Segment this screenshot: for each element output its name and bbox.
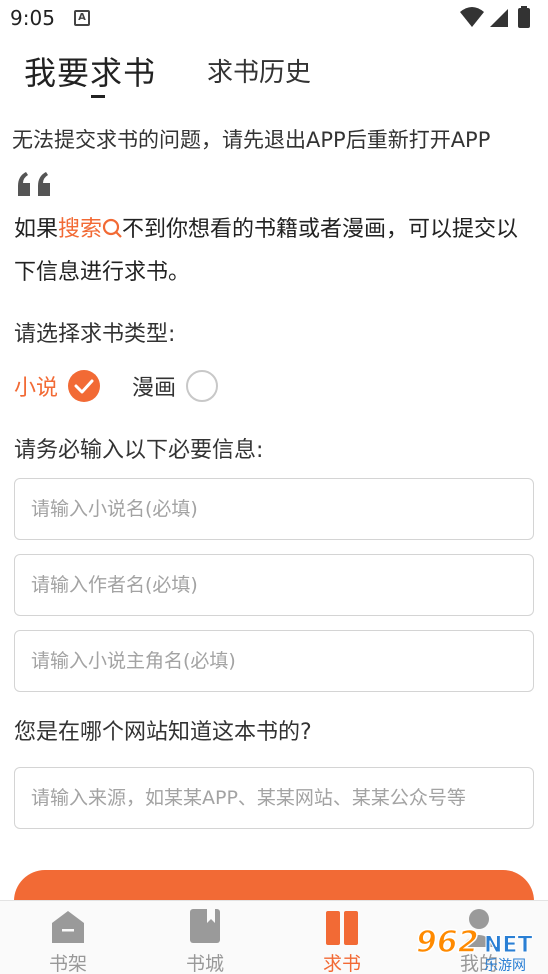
author-input[interactable] bbox=[15, 555, 533, 615]
protagonist-input[interactable] bbox=[15, 631, 533, 691]
source-field bbox=[14, 767, 534, 829]
source-label: 您是在哪个网站知道这本书的? bbox=[14, 720, 312, 745]
radio-novel[interactable]: 小说 bbox=[14, 366, 101, 406]
radio-novel-label: 小说 bbox=[14, 376, 59, 401]
nav-label-bookstore: 书城 bbox=[185, 953, 224, 974]
type-radio-group: 小说 漫画 bbox=[14, 366, 314, 406]
protagonist-field bbox=[14, 630, 534, 692]
intro-prefix: 如果 bbox=[14, 217, 59, 242]
request-book-icon bbox=[326, 911, 358, 945]
book-name-field bbox=[14, 478, 534, 540]
unchecked-icon[interactable] bbox=[186, 370, 219, 402]
tab-active-indicator bbox=[91, 95, 105, 98]
radio-comic[interactable]: 漫画 bbox=[132, 366, 219, 406]
intro-text: 如果搜索 不到你想看的书籍或者漫画，可以提交以下信息进行求书。 bbox=[14, 208, 536, 294]
wifi-icon bbox=[460, 7, 484, 27]
notification-icon: A bbox=[74, 10, 90, 26]
svg-text:NET: NET bbox=[484, 933, 532, 958]
type-label: 请选择求书类型: bbox=[14, 322, 176, 347]
svg-text:962: 962 bbox=[416, 925, 479, 960]
required-label: 请务必输入以下必要信息: bbox=[14, 438, 264, 463]
intro-search-highlight: 搜索 bbox=[58, 217, 103, 242]
nav-label-request: 求书 bbox=[322, 953, 361, 974]
radio-comic-label: 漫画 bbox=[132, 376, 177, 401]
tab-request-book[interactable]: 我要求书 bbox=[24, 48, 156, 94]
status-time: 9:05 bbox=[10, 6, 55, 30]
watermark-logo: 962 NET 乐游网 bbox=[415, 924, 533, 974]
nav-item-request[interactable]: 求书 bbox=[302, 907, 382, 974]
source-input[interactable] bbox=[15, 768, 533, 828]
battery-icon bbox=[518, 8, 530, 28]
bookshelf-icon bbox=[52, 911, 84, 943]
tab-request-history[interactable]: 求书历史 bbox=[207, 52, 311, 89]
checked-icon[interactable] bbox=[68, 370, 101, 402]
notice-marquee: 无法提交求书的问题，请先退出APP后重新打开APP bbox=[12, 128, 491, 152]
status-icons bbox=[460, 6, 530, 28]
quote-icon bbox=[18, 172, 50, 196]
nav-item-bookshelf[interactable]: 书架 bbox=[28, 907, 108, 974]
book-name-input[interactable] bbox=[15, 479, 533, 539]
nav-item-bookstore[interactable]: 书城 bbox=[165, 907, 245, 974]
status-bar: 9:05 A bbox=[0, 0, 548, 36]
top-tabs: 我要求书 求书历史 bbox=[0, 44, 548, 100]
author-field bbox=[14, 554, 534, 616]
search-icon bbox=[102, 218, 122, 238]
book-icon bbox=[190, 909, 220, 943]
svg-text:乐游网: 乐游网 bbox=[484, 958, 526, 974]
nav-label-bookshelf: 书架 bbox=[48, 953, 87, 974]
signal-icon bbox=[490, 9, 508, 27]
